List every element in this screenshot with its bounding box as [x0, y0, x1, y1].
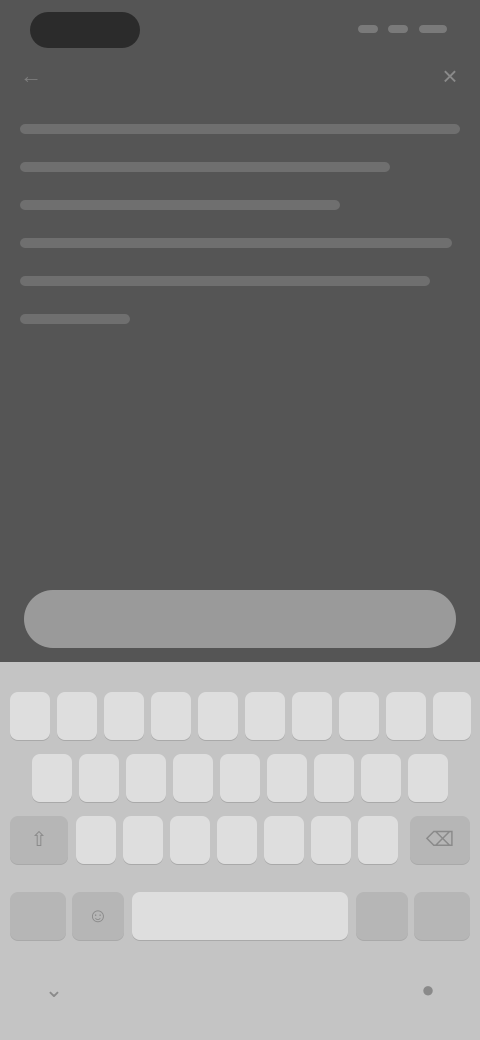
- suggestion-bar: [10, 670, 470, 692]
- wifi-icon: [388, 24, 409, 33]
- transcript-line: [20, 110, 460, 148]
- backspace-icon[interactable]: ⌫: [410, 816, 470, 864]
- message-input[interactable]: [24, 590, 456, 648]
- emoji-icon[interactable]: ☺: [72, 892, 124, 940]
- key[interactable]: [217, 816, 257, 864]
- blurred-text-bar: [20, 314, 130, 324]
- key[interactable]: [292, 692, 332, 740]
- voice-chat-screen: ← × ⇧ ⌫ ☺ ⌄ ●: [0, 0, 480, 1040]
- key[interactable]: [267, 754, 307, 802]
- key[interactable]: [433, 692, 471, 740]
- key[interactable]: [358, 816, 398, 864]
- key[interactable]: [198, 692, 238, 740]
- keyboard-row: [0, 692, 480, 740]
- key[interactable]: [414, 892, 470, 940]
- key[interactable]: [57, 692, 97, 740]
- key[interactable]: [173, 754, 213, 802]
- key[interactable]: [339, 692, 379, 740]
- keyboard-row: [0, 754, 480, 802]
- key[interactable]: [170, 816, 210, 864]
- key[interactable]: [123, 816, 163, 864]
- key[interactable]: [311, 816, 351, 864]
- battery-icon: [418, 24, 447, 33]
- transcript-line: [20, 186, 460, 224]
- key[interactable]: [32, 754, 72, 802]
- status-time: [30, 12, 140, 48]
- shift-icon[interactable]: ⇧: [10, 816, 68, 864]
- key[interactable]: [151, 692, 191, 740]
- key[interactable]: [76, 816, 116, 864]
- transcript-line: [20, 148, 460, 186]
- key[interactable]: [245, 692, 285, 740]
- blurred-text-bar: [20, 124, 460, 134]
- key[interactable]: [104, 692, 144, 740]
- blurred-text-bar: [20, 162, 390, 172]
- blurred-text-bar: [20, 238, 452, 248]
- signal-icon: [358, 24, 378, 33]
- transcript-text: [20, 110, 460, 338]
- blurred-text-bar: [20, 200, 340, 210]
- close-icon[interactable]: ×: [432, 58, 468, 94]
- space-key[interactable]: [132, 892, 348, 940]
- transcript-line: [20, 300, 460, 338]
- key[interactable]: [10, 692, 50, 740]
- key[interactable]: [356, 892, 408, 940]
- transcript-line: [20, 224, 460, 262]
- key[interactable]: [126, 754, 166, 802]
- key[interactable]: [79, 754, 119, 802]
- status-bar: [0, 0, 480, 60]
- key[interactable]: [386, 692, 426, 740]
- keyboard-row: ⇧ ⌫: [0, 816, 480, 864]
- back-arrow-icon[interactable]: ←: [20, 62, 64, 90]
- transcript-line: [20, 262, 460, 300]
- key[interactable]: [264, 816, 304, 864]
- key[interactable]: [361, 754, 401, 802]
- keyboard-hide-icon[interactable]: ⌄: [34, 970, 74, 1010]
- key[interactable]: [220, 754, 260, 802]
- key[interactable]: [10, 892, 66, 940]
- key[interactable]: [408, 754, 448, 802]
- status-icons: [352, 20, 452, 36]
- key[interactable]: [314, 754, 354, 802]
- blurred-text-bar: [20, 276, 430, 286]
- microphone-icon[interactable]: ●: [408, 970, 448, 1010]
- keyboard-row: ☺: [0, 892, 480, 940]
